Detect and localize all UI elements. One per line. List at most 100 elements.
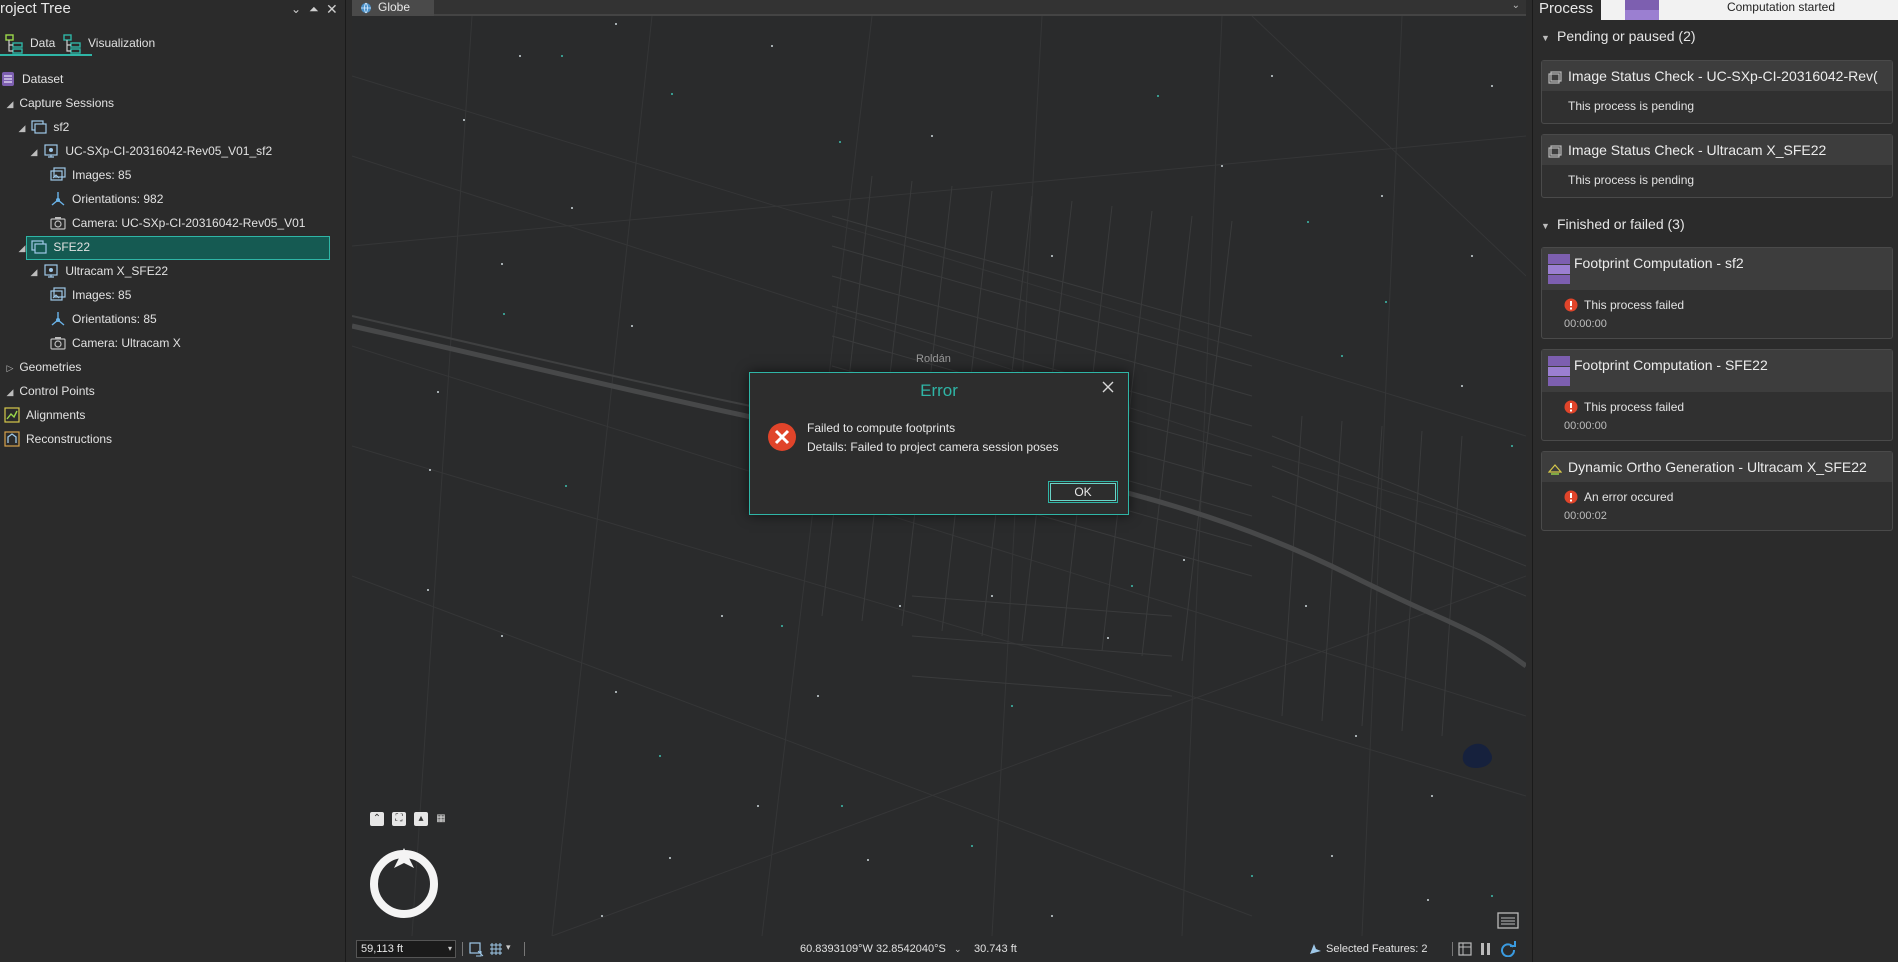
error-icon	[1564, 400, 1578, 414]
grid-snap-icon[interactable]	[488, 941, 504, 957]
section-pending[interactable]: ▼ Pending or paused (2)	[1541, 28, 1696, 44]
tilt-up-icon[interactable]: ⌃	[370, 812, 384, 826]
process-name: Footprint Computation - SFE22	[1542, 350, 1892, 392]
tree-node-sfe22-camera-session[interactable]: ◢ Ultracam X_SFE22	[28, 260, 169, 283]
panel-header: roject Tree ⌄ ⏶ ✕	[0, 0, 346, 18]
image-status-icon	[1548, 145, 1562, 158]
tab-visualization[interactable]: Visualization	[62, 30, 155, 56]
refresh-icon[interactable]	[1500, 941, 1516, 957]
pause-icon[interactable]	[1480, 942, 1492, 956]
snapping-icon[interactable]	[468, 941, 484, 957]
process-card[interactable]: Footprint Computation - sf2 This process…	[1541, 247, 1893, 339]
chevron-down-icon[interactable]: ⌄	[291, 0, 301, 18]
process-name: Image Status Check - Ultracam X_SFE22	[1542, 135, 1892, 165]
selected-features[interactable]: Selected Features: 2	[1308, 940, 1428, 958]
place-label: Roldán	[916, 353, 951, 365]
tree-node-capture-sessions[interactable]: ◢ Capture Sessions	[4, 92, 115, 115]
ortho-generation-icon	[1548, 464, 1562, 475]
tree-tabs: Data Visualization	[0, 24, 346, 60]
map-statusbar: 59,113 ft ▾ ▾ 60.8393109°W 32.8542040°S …	[352, 936, 1526, 962]
close-icon[interactable]: ✕	[326, 0, 338, 18]
collapse-arrow-icon[interactable]: ◢	[28, 261, 40, 283]
process-card[interactable]: Image Status Check - Ultracam X_SFE22 Th…	[1541, 134, 1893, 198]
scale-value: 59,113 ft	[361, 943, 403, 955]
compass-icon[interactable]	[368, 846, 440, 918]
collapse-arrow-icon[interactable]: ◢	[28, 141, 40, 163]
process-panel: Process Computation started ▼ Pending or …	[1532, 0, 1898, 962]
process-card[interactable]: Dynamic Ortho Generation - Ultracam X_SF…	[1541, 451, 1893, 531]
images-icon	[50, 167, 66, 181]
cursor-coordinates: 60.8393109°W 32.8542040°S	[800, 943, 946, 955]
camera-icon	[50, 336, 66, 350]
collapse-arrow-icon[interactable]: ▼	[1541, 221, 1557, 231]
data-tree-icon	[5, 34, 23, 54]
notification-toast[interactable]: Computation started	[1601, 0, 1898, 20]
toast-icon-stripe	[1625, 10, 1659, 20]
error-icon	[1564, 490, 1578, 504]
table-icon[interactable]	[1458, 941, 1472, 957]
selection-icon	[1310, 944, 1321, 955]
project-tree-panel: roject Tree ⌄ ⏶ ✕ Data Visualization Dat…	[0, 0, 346, 962]
scale-selector[interactable]: 59,113 ft ▾	[356, 940, 456, 958]
grid-toggle-icon[interactable]: ▦	[434, 812, 448, 826]
tree-node-sf2-camera-session[interactable]: ◢ UC-SXp-CI-20316042-Rev05_V01_sf2	[28, 140, 273, 163]
orientations-icon	[51, 191, 65, 206]
tree-node-alignments[interactable]: Alignments	[4, 404, 85, 426]
process-status: This process failed	[1584, 400, 1685, 414]
close-icon[interactable]	[1100, 379, 1116, 395]
image-status-icon	[1548, 71, 1562, 84]
process-card[interactable]: Footprint Computation - SFE22 This proce…	[1541, 349, 1893, 441]
toast-text: Computation started	[1726, 0, 1836, 14]
tab-data-label: Data	[30, 36, 56, 50]
full-extent-icon[interactable]: ⛶	[392, 812, 406, 826]
process-duration: 00:00:00	[1564, 318, 1607, 330]
pin-icon[interactable]: ⏶	[309, 0, 319, 18]
collapse-arrow-icon[interactable]: ◢	[4, 93, 16, 115]
tree-node-sf2-orientations[interactable]: Orientations: 982	[50, 188, 163, 210]
tree-node-sf2-images[interactable]: Images: 85	[50, 164, 131, 186]
tab-globe-label: Globe	[378, 0, 411, 14]
chevron-down-icon[interactable]: ▾	[506, 942, 511, 953]
tab-globe[interactable]: Globe	[352, 0, 434, 16]
error-message: Failed to compute footprints	[807, 421, 956, 435]
layer-list-icon[interactable]	[1497, 910, 1519, 930]
panel-title: Process	[1539, 0, 1594, 17]
tree-node-sfe22-images[interactable]: Images: 85	[50, 284, 131, 306]
section-finished[interactable]: ▼ Finished or failed (3)	[1541, 216, 1685, 232]
tree-node-sfe22-orientations[interactable]: Orientations: 85	[50, 308, 157, 330]
globe-icon	[361, 2, 371, 14]
process-status: This process is pending	[1568, 173, 1695, 187]
tab-visualization-label: Visualization	[88, 36, 156, 50]
tree-node-sf2[interactable]: ◢ sf2	[16, 116, 70, 139]
tree-node-sfe22-camera[interactable]: Camera: Ultracam X	[50, 332, 181, 354]
error-icon	[768, 423, 796, 451]
collapse-arrow-icon[interactable]: ▼	[1541, 33, 1557, 43]
tree-node-sfe22[interactable]: ◢ SFE22	[16, 236, 91, 259]
process-name: Dynamic Ortho Generation - Ultracam X_SF…	[1542, 452, 1892, 482]
divider	[462, 942, 463, 956]
footprint-computation-icon	[1548, 254, 1570, 284]
tree-node-reconstructions[interactable]: Reconstructions	[4, 428, 112, 450]
walk-mode-icon[interactable]: ▴	[414, 812, 428, 826]
tree-node-control-points[interactable]: ◢ Control Points	[4, 380, 95, 402]
process-card[interactable]: Image Status Check - UC-SXp-CI-20316042-…	[1541, 60, 1893, 124]
collapse-arrow-icon[interactable]: ◢	[16, 117, 28, 139]
reconstructions-icon	[4, 431, 20, 447]
chevron-down-icon[interactable]: ▾	[448, 941, 452, 957]
chevron-down-icon[interactable]: ⌄	[954, 940, 962, 958]
tree-node-geometries[interactable]: ▷ Geometries	[4, 356, 82, 379]
ok-button[interactable]: OK	[1048, 481, 1118, 503]
images-icon	[50, 287, 66, 301]
capture-session-icon	[31, 120, 47, 134]
database-icon	[2, 71, 14, 86]
tree-node-sf2-camera[interactable]: Camera: UC-SXp-CI-20316042-Rev05_V01	[50, 212, 305, 234]
collapse-arrow-icon[interactable]: ◢	[4, 381, 16, 403]
divider	[1452, 942, 1453, 956]
dialog-title: Error	[920, 381, 958, 400]
process-status: This process is pending	[1568, 99, 1695, 113]
chevron-down-icon[interactable]: ⌄	[1512, 0, 1520, 11]
process-status: An error occured	[1584, 490, 1674, 504]
tree-node-dataset[interactable]: Dataset	[0, 68, 63, 90]
expand-arrow-icon[interactable]: ▷	[4, 357, 16, 379]
collapse-arrow-icon[interactable]: ◢	[16, 237, 28, 259]
